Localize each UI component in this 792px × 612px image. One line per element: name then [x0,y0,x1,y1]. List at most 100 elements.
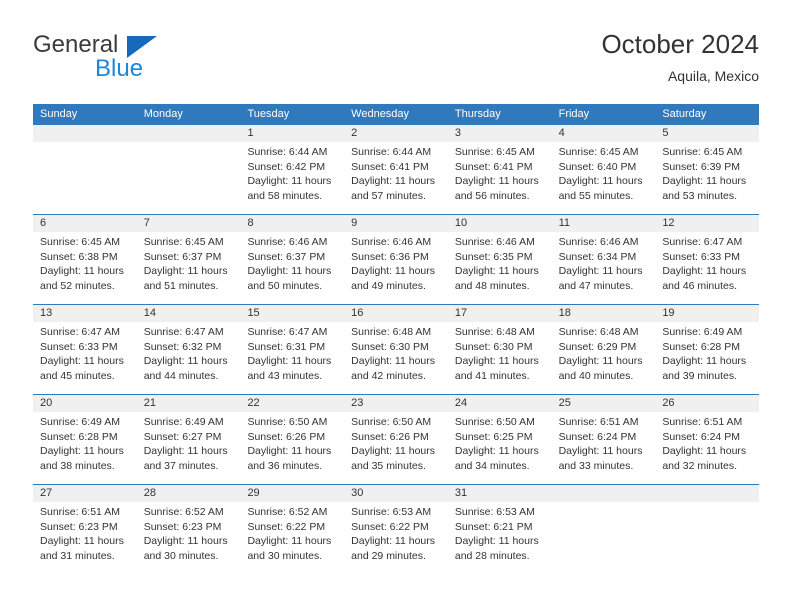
day-sun-info: Sunrise: 6:51 AM Sunset: 6:24 PM Daylight:… [655,412,759,473]
sunset-text: Sunset: 6:37 PM [247,250,326,263]
daylight-text-line1: Daylight: 11 hours [351,445,436,458]
calendar-day-cell[interactable]: 1 Sunrise: 6:44 AM Sunset: 6:42 PM Daylight… [240,125,345,214]
sunset-text: Sunset: 6:41 PM [454,160,533,173]
calendar-day-cell[interactable]: 22 Sunrise: 6:50 AM Sunset: 6:26 PM Dayligh… [240,395,345,484]
daylight-text-line1: Daylight: 11 hours [454,265,539,278]
daylight-text-line2: and 30 minutes. [247,549,323,562]
daylight-text-line1: Daylight: 11 hours [662,175,747,188]
sunrise-text: Sunrise: 6:46 AM [558,236,639,248]
day-sun-info: Sunrise: 6:46 AM Sunset: 6:34 PM Daylight:… [552,232,656,293]
title-block: October 2024 Aquila, Mexico [601,28,759,86]
day-sun-info: Sunrise: 6:45 AM Sunset: 6:40 PM Daylight:… [552,142,656,203]
sunset-text: Sunset: 6:35 PM [454,250,533,263]
day-sun-info: Sunrise: 6:47 AM Sunset: 6:31 PM Daylight:… [240,322,344,383]
day-sun-info: Sunrise: 6:50 AM Sunset: 6:25 PM Daylight:… [448,412,552,473]
calendar-day-cell[interactable]: 6 Sunrise: 6:45 AM Sunset: 6:38 PM Daylight… [33,215,137,304]
day-sun-info: Sunrise: 6:49 AM Sunset: 6:28 PM Daylight:… [655,322,759,383]
daylight-text-line1: Daylight: 11 hours [40,355,124,368]
daylight-text-line2: and 34 minutes. [454,459,530,472]
day-sun-info: Sunrise: 6:52 AM Sunset: 6:22 PM Daylight:… [240,502,344,563]
calendar-day-cell[interactable]: 14 Sunrise: 6:47 AM Sunset: 6:32 PM Dayligh… [136,305,241,394]
calendar-day-cell[interactable]: 16 Sunrise: 6:48 AM Sunset: 6:30 PM Dayligh… [344,305,448,394]
calendar-day-cell[interactable]: 15 Sunrise: 6:47 AM Sunset: 6:31 PM Dayligh… [240,305,345,394]
day-sun-info: Sunrise: 6:51 AM Sunset: 6:23 PM Daylight:… [33,502,137,563]
calendar-day-cell[interactable]: 20 Sunrise: 6:49 AM Sunset: 6:28 PM Dayligh… [33,395,137,484]
calendar-day-cell[interactable]: 27 Sunrise: 6:51 AM Sunset: 6:23 PM Dayligh… [33,485,137,574]
sunrise-text: Sunrise: 6:49 AM [40,416,120,428]
sunset-text: Sunset: 6:25 PM [454,430,533,443]
daylight-text-line2: and 35 minutes. [351,459,426,472]
calendar-day-cell[interactable]: 31 Sunrise: 6:53 AM Sunset: 6:21 PM Dayligh… [447,485,552,574]
daylight-text-line2: and 46 minutes. [662,279,738,292]
calendar-day-cell-empty [33,125,137,214]
sunset-text: Sunset: 6:38 PM [40,250,118,263]
sunrise-text: Sunrise: 6:51 AM [558,416,639,428]
day-number: 22 [240,395,345,412]
sunset-text: Sunset: 6:28 PM [662,340,740,353]
day-number: 10 [447,215,552,232]
calendar-day-cell[interactable]: 12 Sunrise: 6:47 AM Sunset: 6:33 PM Dayligh… [655,215,760,304]
daylight-text-line2: and 29 minutes. [351,549,426,562]
sunrise-text: Sunrise: 6:50 AM [351,416,432,428]
day-sun-info: Sunrise: 6:49 AM Sunset: 6:28 PM Daylight:… [33,412,137,473]
day-number: 4 [551,125,656,142]
sunrise-text: Sunrise: 6:52 AM [247,506,328,518]
calendar-day-cell[interactable]: 8 Sunrise: 6:46 AM Sunset: 6:37 PM Daylight… [240,215,345,304]
calendar-day-cell[interactable]: 9 Sunrise: 6:46 AM Sunset: 6:36 PM Daylight… [344,215,448,304]
weekday-header-saturday: Saturday [662,108,707,120]
day-sun-info: Sunrise: 6:45 AM Sunset: 6:38 PM Daylight:… [33,232,137,293]
sunrise-text: Sunrise: 6:50 AM [247,416,328,428]
calendar-day-cell[interactable]: 2 Sunrise: 6:44 AM Sunset: 6:41 PM Daylight… [344,125,448,214]
sunrise-text: Sunrise: 6:47 AM [40,326,120,338]
sunset-text: Sunset: 6:22 PM [351,520,429,533]
sunrise-text: Sunrise: 6:45 AM [143,236,224,248]
sunset-text: Sunset: 6:27 PM [143,430,222,443]
weekday-header-row: Sunday Monday Tuesday Wednesday Thursday… [33,104,759,125]
day-sun-info: Sunrise: 6:45 AM Sunset: 6:39 PM Daylight:… [655,142,759,203]
calendar-day-cell[interactable]: 7 Sunrise: 6:45 AM Sunset: 6:37 PM Daylight… [136,215,241,304]
sunset-text: Sunset: 6:33 PM [662,250,740,263]
daylight-text-line1: Daylight: 11 hours [40,265,124,278]
day-number: 12 [655,215,760,232]
day-number: 24 [447,395,552,412]
calendar-day-cell[interactable]: 21 Sunrise: 6:49 AM Sunset: 6:27 PM Dayligh… [136,395,241,484]
calendar-day-cell[interactable]: 23 Sunrise: 6:50 AM Sunset: 6:26 PM Dayligh… [344,395,448,484]
sunrise-text: Sunrise: 6:46 AM [454,236,535,248]
day-number: 5 [655,125,760,142]
weekday-header-tuesday: Tuesday [247,108,290,120]
daylight-text-line1: Daylight: 11 hours [247,175,332,188]
calendar-grid: Sunday Monday Tuesday Wednesday Thursday… [33,104,760,574]
calendar-day-cell[interactable]: 25 Sunrise: 6:51 AM Sunset: 6:24 PM Dayligh… [551,395,656,484]
generalblue-logo[interactable]: General Blue [33,32,283,92]
day-sun-info: Sunrise: 6:48 AM Sunset: 6:29 PM Daylight:… [552,322,656,383]
daylight-text-line1: Daylight: 11 hours [247,355,332,368]
daylight-text-line1: Daylight: 11 hours [143,265,228,278]
calendar-day-cell[interactable]: 17 Sunrise: 6:48 AM Sunset: 6:30 PM Dayligh… [447,305,552,394]
calendar-day-cell[interactable]: 4 Sunrise: 6:45 AM Sunset: 6:40 PM Daylight… [551,125,656,214]
daylight-text-line1: Daylight: 11 hours [40,535,124,548]
calendar-day-cell[interactable]: 18 Sunrise: 6:48 AM Sunset: 6:29 PM Dayligh… [551,305,656,394]
calendar-day-cell[interactable]: 26 Sunrise: 6:51 AM Sunset: 6:24 PM Dayligh… [655,395,760,484]
day-number: 14 [136,305,241,322]
calendar-day-cell[interactable]: 24 Sunrise: 6:50 AM Sunset: 6:25 PM Dayligh… [447,395,552,484]
day-number: 3 [447,125,552,142]
day-sun-info: Sunrise: 6:49 AM Sunset: 6:27 PM Daylight:… [137,412,241,473]
day-number: 21 [136,395,241,412]
day-number: 2 [344,125,448,142]
sunrise-text: Sunrise: 6:53 AM [454,506,535,518]
calendar-day-cell[interactable]: 13 Sunrise: 6:47 AM Sunset: 6:33 PM Dayligh… [33,305,137,394]
calendar-day-cell[interactable]: 5 Sunrise: 6:45 AM Sunset: 6:39 PM Daylight… [655,125,760,214]
calendar-day-cell[interactable]: 3 Sunrise: 6:45 AM Sunset: 6:41 PM Daylight… [447,125,552,214]
calendar-day-cell[interactable]: 19 Sunrise: 6:49 AM Sunset: 6:28 PM Dayligh… [655,305,760,394]
sunrise-text: Sunrise: 6:48 AM [454,326,535,338]
daylight-text-line1: Daylight: 11 hours [454,445,539,458]
sunset-text: Sunset: 6:26 PM [247,430,326,443]
daylight-text-line1: Daylight: 11 hours [143,445,228,458]
calendar-day-cell[interactable]: 11 Sunrise: 6:46 AM Sunset: 6:34 PM Dayligh… [551,215,656,304]
daylight-text-line2: and 47 minutes. [558,279,634,292]
calendar-day-cell[interactable]: 10 Sunrise: 6:46 AM Sunset: 6:35 PM Dayligh… [447,215,552,304]
calendar-day-cell[interactable]: 28 Sunrise: 6:52 AM Sunset: 6:23 PM Dayligh… [136,485,241,574]
calendar-day-cell[interactable]: 29 Sunrise: 6:52 AM Sunset: 6:22 PM Dayligh… [240,485,345,574]
sunset-text: Sunset: 6:30 PM [454,340,533,353]
calendar-day-cell[interactable]: 30 Sunrise: 6:53 AM Sunset: 6:22 PM Dayligh… [344,485,448,574]
